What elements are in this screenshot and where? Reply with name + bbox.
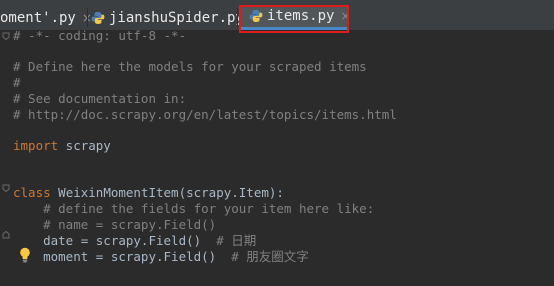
editor-tab-bar: oment'.py × jianshuSpider.py × items.py … xyxy=(0,0,554,33)
code-line: # http://doc.scrapy.org/en/latest/topics… xyxy=(13,107,397,123)
tab-jianshuspider[interactable]: jianshuSpider.py × xyxy=(88,5,260,30)
code-line: # See documentation in: xyxy=(13,91,186,107)
code-editor[interactable]: # -*- coding: utf-8 -*- # Define here th… xyxy=(0,28,554,286)
tab-divider xyxy=(237,8,238,27)
code-line: moment = scrapy.Field() # 朋友圈文字 xyxy=(13,249,309,265)
code-keyword: import xyxy=(13,138,59,153)
editor-gutter xyxy=(0,31,12,286)
tab-label: items.py xyxy=(267,8,335,24)
code-text: scrapy xyxy=(58,138,111,153)
code-comment: # define the fields for your item here l… xyxy=(13,201,375,216)
code-text: date = scrapy.Field() xyxy=(13,233,217,248)
code-line: date = scrapy.Field() # 日期 xyxy=(13,233,256,249)
code-line: # -*- coding: utf-8 -*- xyxy=(13,28,186,44)
tab-label: oment'.py xyxy=(0,9,76,26)
code-comment: # See documentation in: xyxy=(13,91,187,106)
python-file-icon xyxy=(91,11,105,24)
code-line: # name = scrapy.Field() xyxy=(13,217,216,233)
code-comment: # 日期 xyxy=(216,233,257,248)
fold-marker-icon[interactable] xyxy=(2,231,10,239)
fold-marker-icon[interactable] xyxy=(2,184,10,192)
code-text: moment = scrapy.Field() xyxy=(13,249,232,264)
code-line: import scrapy xyxy=(13,138,111,154)
python-file-icon xyxy=(249,10,263,22)
code-comment: # xyxy=(13,75,21,90)
code-comment: # 朋友圈文字 xyxy=(231,249,309,264)
close-icon[interactable]: × xyxy=(340,9,350,23)
code-comment: # http://doc.scrapy.org/en/latest/topics… xyxy=(13,107,397,122)
code-line: # define the fields for your item here l… xyxy=(13,201,374,217)
code-comment: # name = scrapy.Field() xyxy=(13,217,217,232)
code-line: # xyxy=(13,75,21,91)
tab-weixinmoment[interactable]: oment'.py × xyxy=(0,5,92,30)
fold-marker-icon[interactable] xyxy=(2,32,10,40)
code-comment: # -*- coding: utf-8 -*- xyxy=(13,28,187,43)
tab-label: jianshuSpider.py xyxy=(109,9,244,26)
code-line: class WeixinMomentItem(scrapy.Item): xyxy=(13,185,284,201)
tab-items[interactable]: items.py × xyxy=(241,5,351,30)
code-text: WeixinMomentItem(scrapy.Item): xyxy=(50,185,284,200)
lightbulb-icon[interactable] xyxy=(19,247,31,263)
code-keyword: class xyxy=(13,185,51,200)
code-comment: # Define here the models for your scrape… xyxy=(13,59,367,74)
code-line: # Define here the models for your scrape… xyxy=(13,59,367,75)
